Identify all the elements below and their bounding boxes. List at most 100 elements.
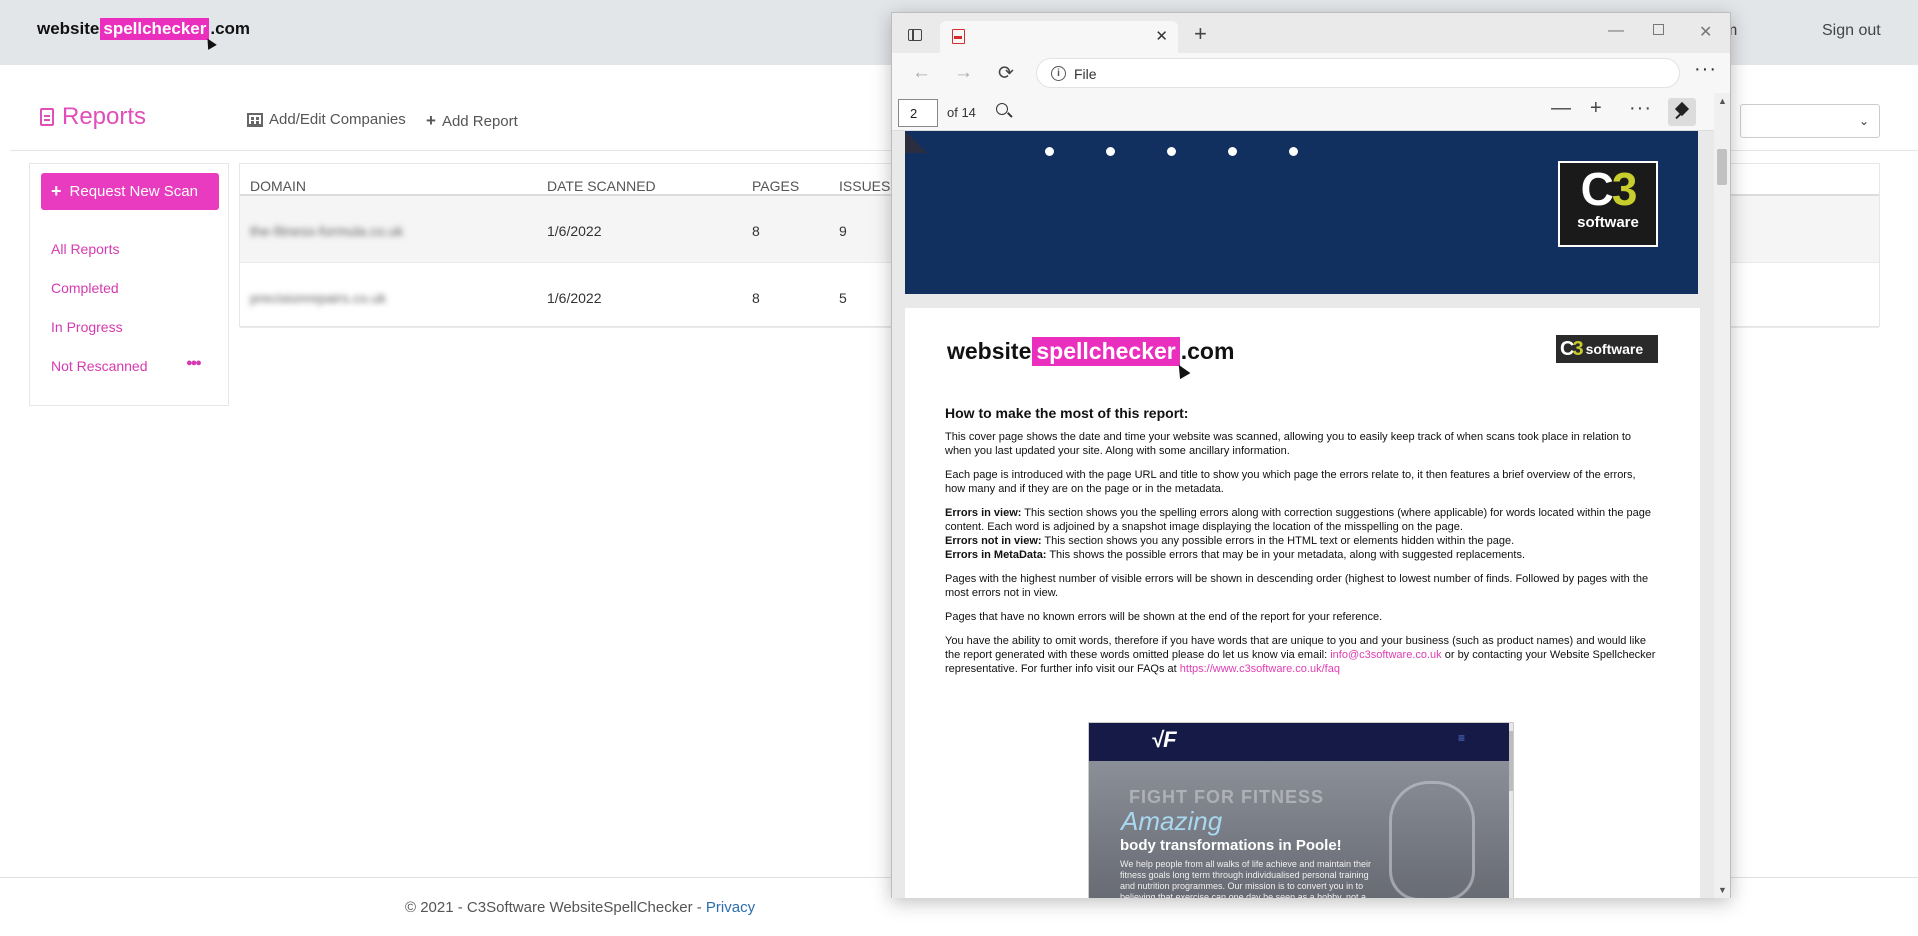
screenshot-title: body transformations in Poole! <box>1120 837 1342 854</box>
pdf-viewport[interactable]: C3 software website spellchecker .com C3 s… <box>892 131 1715 898</box>
add-edit-companies-label: Add/Edit Companies <box>269 111 406 128</box>
column-header-domain[interactable]: DOMAIN <box>250 178 306 194</box>
para-errors-not-in-view: Errors not in view: This section shows y… <box>945 535 1515 547</box>
site-logo[interactable]: website spellchecker .com <box>37 18 251 50</box>
para-page-intro: Each page is introduced with the page UR… <box>945 469 1636 495</box>
report-heading: How to make the most of this report: <box>945 405 1189 421</box>
browser-menu-button[interactable]: ··· <box>1694 58 1717 81</box>
screenshot-hero: FIGHT FOR FITNESS Amazing body transform… <box>1089 761 1509 898</box>
cell-date: 1/6/2022 <box>547 290 602 306</box>
screenshot-header: √F ≡ <box>1089 723 1509 761</box>
screenshot-logo: √F <box>1151 727 1177 752</box>
pin-icon[interactable] <box>1668 98 1696 126</box>
cell-domain[interactable]: the-fitness-formula.co.uk <box>250 223 403 239</box>
people-icon: ●●● <box>186 357 202 369</box>
tab-pdf[interactable]: ✕ <box>940 21 1178 53</box>
footer: © 2021 - C3Software WebsiteSpellChecker … <box>405 899 755 916</box>
company-select[interactable]: ⌄ <box>1740 104 1880 138</box>
info-icon[interactable]: i <box>1051 66 1066 81</box>
logo-text-spellchecker: spellchecker <box>100 18 218 50</box>
faq-link[interactable]: https://www.c3software.co.uk/faq <box>1180 663 1340 675</box>
screenshot-body-text: We help people from all walks of life ac… <box>1120 859 1371 898</box>
document-icon <box>40 108 54 126</box>
add-report-label: Add Report <box>441 112 518 130</box>
c3-software-small-logo: C3 software <box>1556 335 1658 363</box>
sidebar-item-in-progress[interactable]: In Progress <box>51 319 123 335</box>
search-icon[interactable] <box>996 103 1008 115</box>
browser-window: ✕ + — ✕ ← → ⟳ i File ··· 2 of 14 — + ···… <box>891 12 1731 898</box>
pdf-more-button[interactable]: ··· <box>1629 97 1652 120</box>
logo-text-com: .com <box>210 19 251 38</box>
cell-domain[interactable]: precisionrepairs.co.uk <box>250 290 386 306</box>
cover-triangle-shape <box>905 131 949 153</box>
para-errors-in-view: Errors in view: This section shows you t… <box>945 507 1651 533</box>
close-tab-icon[interactable]: ✕ <box>1155 27 1168 45</box>
pdf-page-cover: C3 software <box>905 131 1698 294</box>
sidebar: + Request New Scan All Reports Completed… <box>29 163 229 406</box>
plus-icon: + <box>51 181 62 201</box>
page-title-text: Reports <box>62 103 147 130</box>
add-edit-companies-link[interactable]: Add/Edit Companies <box>247 111 406 128</box>
scroll-down-icon[interactable]: ▼ <box>1718 885 1727 895</box>
scroll-thumb[interactable] <box>1717 149 1727 185</box>
cell-issues: 5 <box>839 290 847 306</box>
para-ordering: Pages with the highest number of visible… <box>945 573 1649 599</box>
tab-bar: ✕ + — ✕ <box>892 13 1730 53</box>
website-screenshot: √F ≡ FIGHT FOR FITNESS Amazing body tran… <box>1088 722 1514 898</box>
column-header-date-scanned[interactable]: DATE SCANNED <box>547 178 656 194</box>
zoom-in-button[interactable]: + <box>1590 97 1602 120</box>
cover-dots <box>1045 147 1298 156</box>
sidebar-item-all-reports[interactable]: All Reports <box>51 241 119 257</box>
minimize-button[interactable]: — <box>1608 22 1624 40</box>
request-new-scan-label: Request New Scan <box>69 183 198 200</box>
footer-copyright: © 2021 - C3Software WebsiteSpellChecker … <box>405 899 706 916</box>
report-body: This cover page shows the date and time … <box>945 430 1657 686</box>
pdf-toolbar: 2 of 14 — + ··· <box>892 93 1730 131</box>
address-text: File <box>1074 66 1097 82</box>
chevron-down-icon: ⌄ <box>1858 114 1869 128</box>
reload-button[interactable]: ⟳ <box>998 62 1014 85</box>
cell-pages: 8 <box>752 290 760 306</box>
page-number-input[interactable]: 2 <box>898 99 938 127</box>
pdf-page-2: website spellchecker .com C3 software How … <box>905 308 1700 898</box>
page-title: Reports <box>40 103 146 131</box>
para-errors-metadata: Errors in MetaData: This shows the possi… <box>945 549 1526 561</box>
para-omit-words: You have the ability to omit words, ther… <box>945 635 1656 675</box>
pdf-icon <box>952 29 965 44</box>
close-window-button[interactable]: ✕ <box>1699 22 1712 42</box>
screenshot-amazing-text: Amazing <box>1121 806 1223 836</box>
para-no-errors: Pages that have no known errors will be … <box>945 611 1383 623</box>
zoom-out-button[interactable]: — <box>1551 97 1571 120</box>
pdf-scrollbar[interactable]: ▲ ▼ <box>1714 93 1730 898</box>
privacy-link[interactable]: Privacy <box>706 899 755 916</box>
cell-date: 1/6/2022 <box>547 223 602 239</box>
sign-out-link[interactable]: Sign out <box>1822 22 1881 40</box>
page-total: of 14 <box>947 105 976 120</box>
maximize-button[interactable] <box>1653 22 1664 40</box>
email-link[interactable]: info@c3software.co.uk <box>1330 649 1441 661</box>
scroll-up-icon[interactable]: ▲ <box>1718 96 1727 106</box>
building-icon <box>247 112 263 127</box>
report-logo: website spellchecker .com <box>947 337 1234 380</box>
kettlebell-shape <box>1389 781 1475 898</box>
address-bar-row: ← → ⟳ i File ··· <box>892 53 1730 93</box>
back-button[interactable]: ← <box>912 62 931 84</box>
maximize-icon <box>1653 24 1664 35</box>
sidebar-item-not-rescanned[interactable]: Not Rescanned <box>51 358 148 374</box>
para-cover: This cover page shows the date and time … <box>945 431 1632 457</box>
request-new-scan-button[interactable]: + Request New Scan <box>41 173 219 210</box>
plus-icon: + <box>426 111 436 130</box>
screenshot-fight-text: FIGHT FOR FITNESS <box>1129 787 1324 807</box>
hamburger-menu-icon: ≡ <box>1458 731 1466 745</box>
tab-actions-icon[interactable] <box>908 29 922 41</box>
add-report-link[interactable]: + Add Report <box>426 111 518 131</box>
sidebar-item-completed[interactable]: Completed <box>51 280 119 296</box>
screenshot-scrollbar <box>1509 723 1513 898</box>
column-header-issues[interactable]: ISSUES <box>839 178 890 194</box>
logo-text-website: website <box>37 19 100 38</box>
address-bar[interactable]: i File <box>1036 58 1680 88</box>
column-header-pages[interactable]: PAGES <box>752 178 799 194</box>
cell-pages: 8 <box>752 223 760 239</box>
new-tab-button[interactable]: + <box>1194 21 1207 47</box>
forward-button[interactable]: → <box>954 62 973 84</box>
